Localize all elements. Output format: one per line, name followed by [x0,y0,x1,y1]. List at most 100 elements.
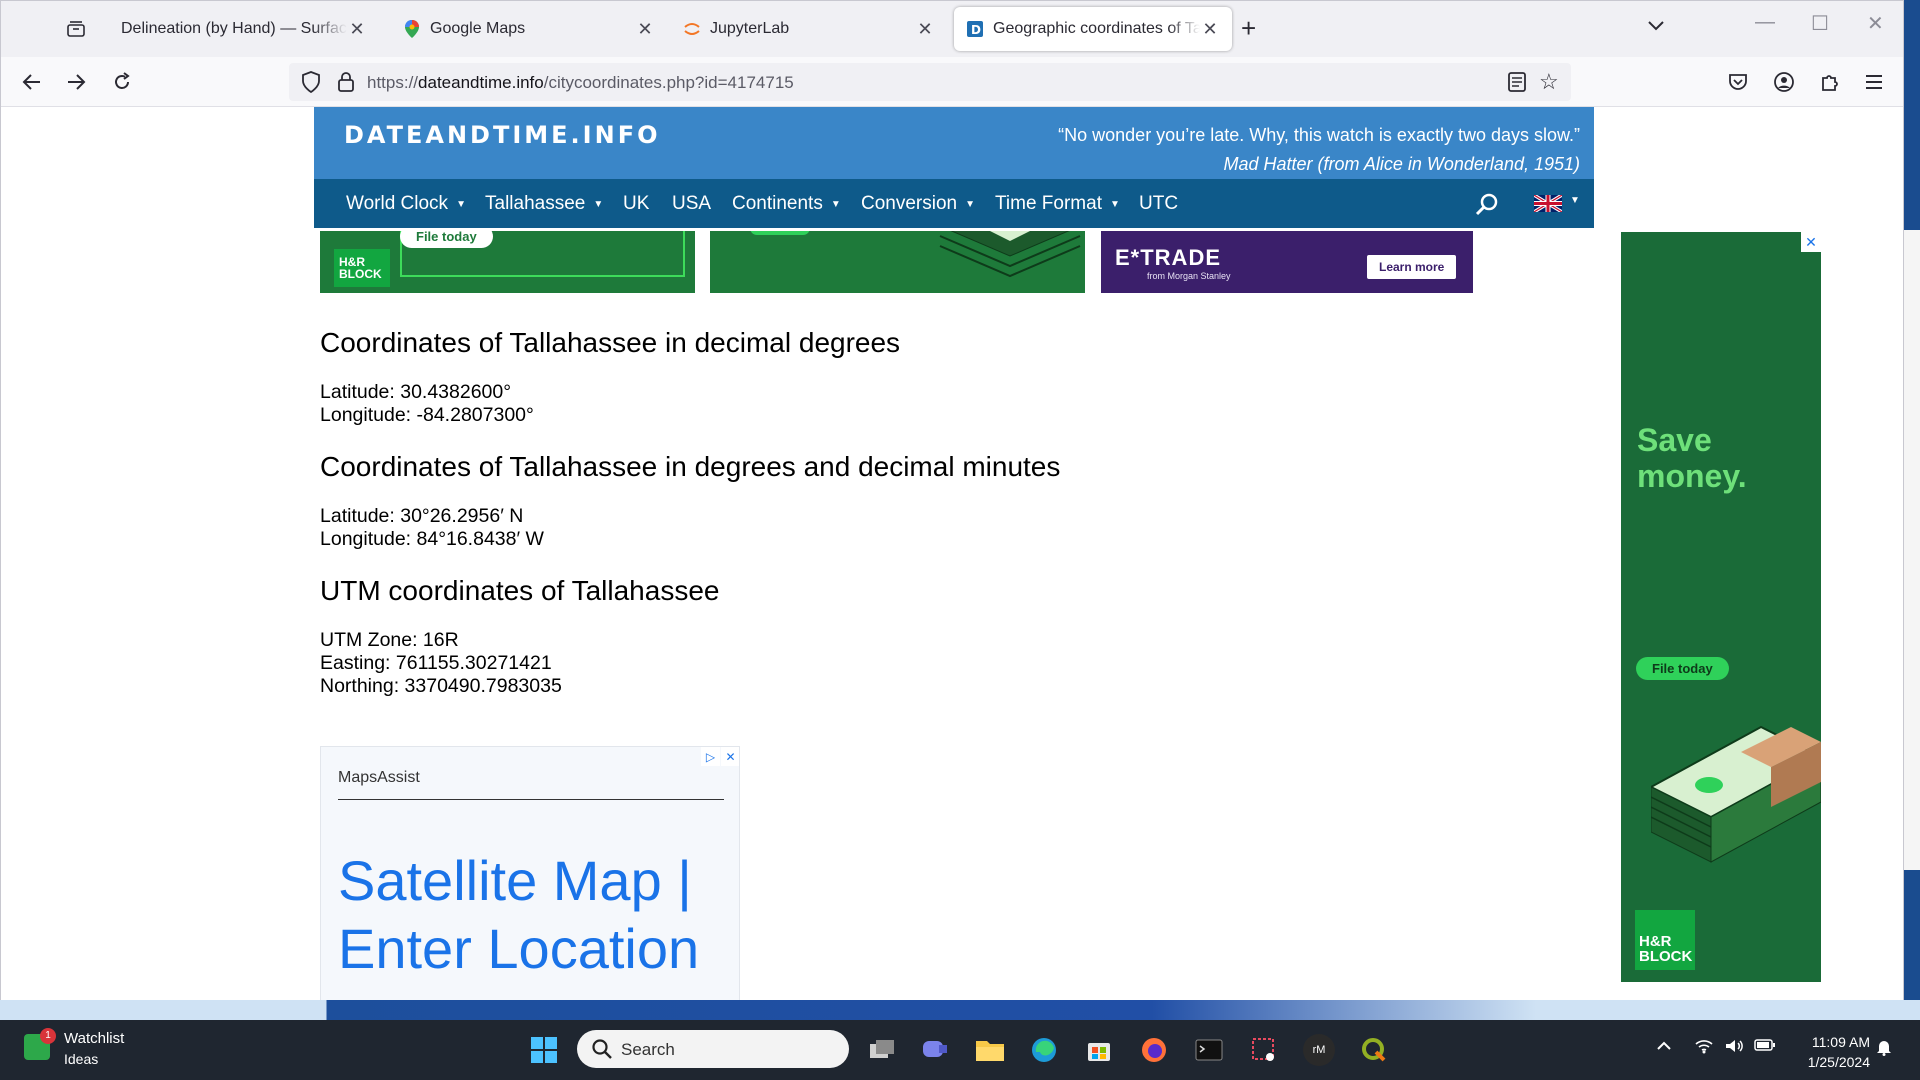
caret-down-icon[interactable]: ▼ [1570,195,1580,206]
tab-delineation[interactable]: Delineation (by Hand) — Surface W ✕ [109,7,379,51]
minimize-icon[interactable]: — [1755,11,1775,34]
nav-label: Tallahassee [485,193,586,214]
pocket-icon[interactable] [1725,69,1751,95]
search-label: Search [621,1040,675,1059]
tracking-protection-shield-icon[interactable] [301,71,321,93]
latitude-value: Latitude: 30.4382600° [320,381,512,403]
tab-strip: Delineation (by Hand) — Surface W ✕ Goog… [1,1,1903,57]
forward-arrow-icon[interactable] [61,67,91,97]
wifi-icon[interactable] [1694,1038,1714,1059]
tab-close-icon[interactable]: ✕ [635,19,655,40]
tab-close-icon[interactable]: ✕ [1200,19,1220,40]
battery-icon[interactable] [1754,1038,1776,1057]
extensions-puzzle-icon[interactable] [1817,69,1843,95]
section-heading: UTM coordinates of Tallahassee [320,575,720,606]
start-windows-icon[interactable] [528,1034,560,1066]
url-text[interactable]: https://dateandtime.info/citycoordinates… [367,73,794,93]
snipping-tool-icon[interactable] [1248,1034,1280,1066]
ad-cta-button[interactable]: File today [1636,657,1729,680]
maximize-icon[interactable]: ☐ [1811,11,1829,36]
qgis-icon[interactable] [1358,1034,1390,1066]
ad-close-icon[interactable]: ✕ [1801,232,1821,252]
money-stack-illustration-icon [750,231,1081,278]
firefox-view-icon [67,21,85,37]
tab-jupyterlab[interactable]: JupyterLab ✕ [671,7,947,51]
site-logo[interactable]: DATEANDTIME.INFO [344,121,661,149]
bookmark-star-icon[interactable]: ☆ [1539,69,1559,95]
firefox-view-button[interactable] [59,15,93,43]
file-explorer-icon[interactable] [974,1034,1006,1066]
new-tab-button[interactable]: + [1241,13,1256,44]
ad-brand: MapsAssist [338,769,420,786]
caret-down-icon: ▼ [965,199,976,210]
northing-value: Northing: 3370490.7983035 [320,675,562,697]
nav-label: Time Format [995,193,1102,214]
jupyter-icon [683,20,701,38]
account-icon[interactable] [1771,69,1797,95]
uk-flag-icon[interactable] [1534,195,1562,212]
lock-icon[interactable] [337,71,355,93]
ad-mapsassist[interactable]: ▷ ✕ MapsAssist Satellite Map | Enter Loc… [320,746,740,1006]
etrade-logo: E*TRADE [1115,245,1222,270]
tab-google-maps[interactable]: Google Maps ✕ [391,7,667,51]
nav-label: Conversion [861,193,958,214]
ad-close-icon[interactable]: ✕ [721,747,739,766]
terminal-icon[interactable] [1193,1034,1225,1066]
tab-close-icon[interactable]: ✕ [347,19,367,40]
browser-window: Delineation (by Hand) — Surface W ✕ Goog… [0,0,1904,1007]
header-quote: “No wonder you’re late. Why, this watch … [1058,121,1580,179]
close-window-icon[interactable]: ✕ [1867,11,1884,36]
tab-geographic-coordinates[interactable]: D Geographic coordinates of Talla ✕ [954,7,1232,51]
teams-chat-icon[interactable] [919,1034,951,1066]
reload-icon[interactable] [107,67,137,97]
nav-tallahassee[interactable]: Tallahassee ▼ [485,179,603,228]
tab-title: Google Maps [430,20,526,37]
hamburger-menu-icon[interactable] [1861,69,1887,95]
show-hidden-icons-chevron-icon[interactable] [1656,1038,1672,1056]
firefox-icon[interactable] [1138,1034,1170,1066]
money-stack-illustration-icon [1651,725,1821,863]
taskbar-clock[interactable]: 11:09 AM 1/25/2024 [1808,1032,1870,1072]
tab-title: Delineation (by Hand) — Surface W [121,20,347,37]
task-view-icon[interactable] [866,1034,898,1066]
learn-more-button[interactable]: Learn more [1367,255,1457,279]
reader-view-icon[interactable] [1507,71,1527,93]
ad-hr-block-banner[interactable]: File today H&R BLOCK [320,231,695,293]
nav-utc[interactable]: UTC [1139,179,1178,228]
search-icon[interactable] [1474,191,1500,217]
ad-etrade-banner[interactable]: E*TRADE from Morgan Stanley Learn more [1101,231,1473,293]
site-header: DATEANDTIME.INFO “No wonder you’re late.… [314,107,1594,179]
url-bar[interactable]: https://dateandtime.info/citycoordinates… [289,63,1571,101]
ad-headline[interactable]: Satellite Map | Enter Location [338,847,739,983]
ad-hr-block-banner-2[interactable] [710,231,1085,293]
latitude-value: Latitude: 30°26.2956′ N [320,505,524,527]
volume-icon[interactable] [1724,1038,1744,1059]
ad-cta-button[interactable]: File today [400,231,493,248]
utm-zone-value: UTM Zone: 16R [320,629,459,651]
taskbar-search[interactable]: Search [577,1030,849,1068]
remarkable-icon[interactable]: rM [1303,1034,1335,1066]
list-all-tabs-chevron-icon[interactable] [1647,15,1665,38]
longitude-value: Longitude: -84.2807300° [320,404,534,426]
nav-conversion[interactable]: Conversion ▼ [861,179,975,228]
decimal-minutes-section: Coordinates of Tallahassee in degrees an… [320,451,1220,551]
desktop-background [0,1000,1920,1020]
caret-down-icon: ▼ [1109,199,1120,210]
tab-close-icon[interactable]: ✕ [915,19,935,40]
back-arrow-icon[interactable] [17,67,47,97]
search-icon [592,1039,612,1059]
nav-time-format[interactable]: Time Format ▼ [995,179,1120,228]
nav-uk[interactable]: UK [623,179,649,228]
nav-continents[interactable]: Continents ▼ [732,179,841,228]
adchoices-icon[interactable]: ▷ [701,747,720,766]
microsoft-store-icon[interactable] [1083,1034,1115,1066]
ad-hr-block-skyscraper[interactable]: ✕ Save money. File today H&R BLOCK [1621,232,1821,982]
nav-usa[interactable]: USA [672,179,711,228]
nav-world-clock[interactable]: World Clock ▼ [346,179,466,228]
google-maps-icon [403,20,421,38]
edge-browser-icon[interactable] [1028,1034,1060,1066]
longitude-value: Longitude: 84°16.8438′ W [320,528,544,550]
widget-title[interactable]: Watchlist [64,1030,124,1047]
notification-bell-icon[interactable] [1876,1038,1892,1061]
section-heading: Coordinates of Tallahassee in degrees an… [320,451,1061,482]
